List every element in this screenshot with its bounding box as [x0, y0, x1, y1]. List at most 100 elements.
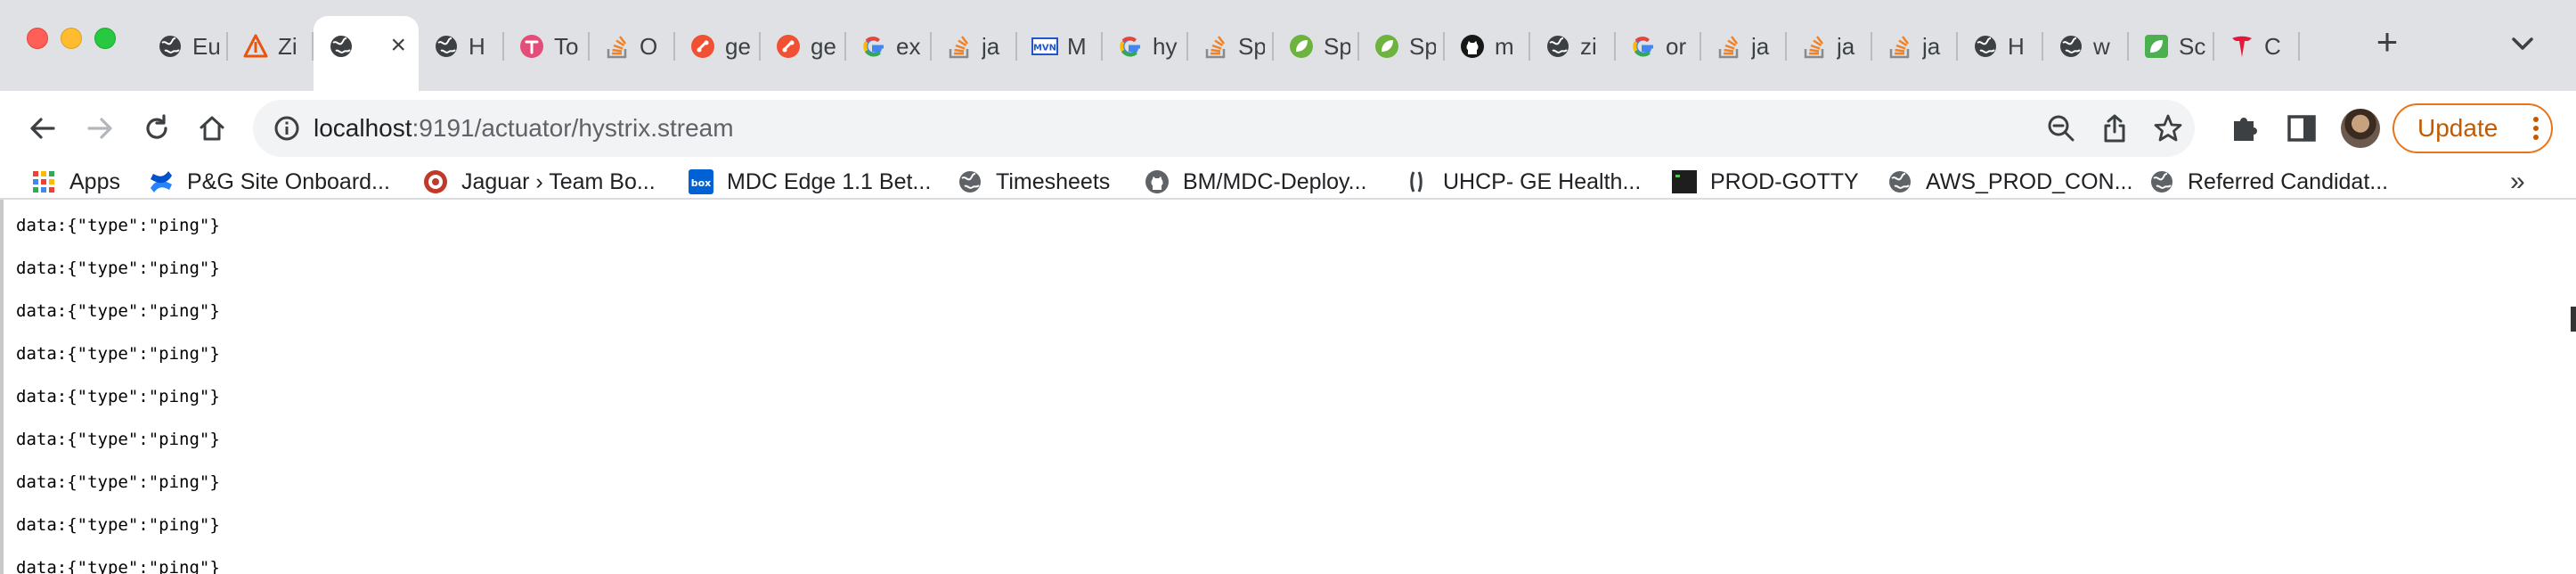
- bookmarks-overflow-button[interactable]: »: [2510, 166, 2525, 198]
- tab[interactable]: ja: [1787, 16, 1872, 77]
- svg-text:MVN: MVN: [1033, 44, 1056, 53]
- url-text[interactable]: localhost:9191/actuator/hystrix.stream: [314, 100, 734, 157]
- tab[interactable]: or: [1616, 16, 1701, 77]
- tab[interactable]: w: [2043, 16, 2129, 77]
- tab[interactable]: O: [590, 16, 675, 77]
- apps-grid-icon: [30, 168, 57, 195]
- bookmark-item[interactable]: Timesheets: [957, 166, 1110, 198]
- tab-active[interactable]: ×: [314, 16, 419, 91]
- window-minimize-button[interactable]: [61, 28, 82, 49]
- tab[interactable]: C: [2214, 16, 2300, 77]
- share-button[interactable]: [2099, 112, 2131, 144]
- site-info-button[interactable]: [271, 112, 303, 144]
- bookmark-item[interactable]: UHCP- GE Health...: [1404, 166, 1641, 198]
- bookmark-star-button[interactable]: [2152, 112, 2184, 144]
- tab[interactable]: To: [504, 16, 590, 77]
- home-button[interactable]: [187, 103, 237, 153]
- tab[interactable]: ja: [1872, 16, 1958, 77]
- tab[interactable]: MVN M: [1017, 16, 1103, 77]
- bookmark-label: MDC Edge 1.1 Bet...: [727, 168, 932, 194]
- stream-line: data:{"type":"ping"}: [16, 216, 220, 235]
- zoom-button[interactable]: [2045, 112, 2077, 144]
- tab[interactable]: Sp: [1274, 16, 1359, 77]
- mvn-icon: MVN: [1031, 33, 1058, 60]
- bookmarks-bar: » Apps P&G Site Onboard... Jaguar › Team B…: [0, 166, 2576, 198]
- tab-strip: Eu Zi × H To Oge ge ex ja MVN Mhy Sp Sp Sp m zi or ja ja ja…: [0, 0, 2576, 91]
- tab-title: ja: [1922, 32, 1941, 60]
- tabs-row: Eu Zi × H To Oge ge ex ja MVN Mhy Sp Sp Sp m zi or ja ja ja…: [143, 16, 2300, 91]
- bookmark-item[interactable]: box MDC Edge 1.1 Bet...: [688, 166, 931, 198]
- back-button[interactable]: [18, 103, 68, 153]
- tab-title: Eu: [192, 32, 219, 60]
- bookmark-item[interactable]: BM/MDC-Deploy...: [1144, 166, 1367, 198]
- globe-icon: [1887, 168, 1913, 195]
- box-icon: box: [688, 168, 714, 195]
- globe-icon: [2148, 168, 2175, 195]
- tab-title: Sp: [1238, 32, 1265, 60]
- tesla-icon: [2229, 33, 2255, 60]
- window-maximize-button[interactable]: [94, 28, 116, 49]
- bookmark-label: P&G Site Onboard...: [187, 168, 390, 194]
- tab[interactable]: Eu: [143, 16, 228, 77]
- tab-title: Zi: [278, 32, 298, 60]
- profile-avatar[interactable]: [2341, 109, 2380, 148]
- extensions-button[interactable]: [2227, 111, 2262, 146]
- tab-close-icon[interactable]: ×: [390, 32, 406, 59]
- bookmark-item[interactable]: Jaguar › Team Bo...: [422, 166, 656, 198]
- forward-button[interactable]: [75, 103, 125, 153]
- tab[interactable]: ja: [932, 16, 1017, 77]
- tab[interactable]: m: [1445, 16, 1530, 77]
- tab-title: ja: [982, 32, 1000, 60]
- spring-icon: [1288, 33, 1315, 60]
- tab-search-button[interactable]: [2505, 29, 2540, 61]
- new-tab-button[interactable]: +: [2369, 23, 2405, 61]
- tab[interactable]: Sc: [2129, 16, 2214, 77]
- globe-icon: [1972, 33, 1999, 60]
- tab[interactable]: ge: [675, 16, 761, 77]
- update-button[interactable]: Update: [2393, 103, 2553, 153]
- stackoverflow-icon: [1716, 33, 1742, 60]
- tab[interactable]: ja: [1701, 16, 1787, 77]
- url-host: localhost: [314, 114, 412, 142]
- address-bar[interactable]: localhost:9191/actuator/hystrix.stream: [253, 100, 2195, 157]
- tab[interactable]: H: [1958, 16, 2043, 77]
- todoist-icon: [518, 33, 545, 60]
- svg-text:box: box: [691, 177, 712, 189]
- tab[interactable]: ge: [761, 16, 846, 77]
- zoom-out-icon: [2048, 115, 2075, 142]
- tab-title: ge: [811, 32, 836, 60]
- bookmark-label: AWS_PROD_CON...: [1926, 168, 2133, 194]
- tab[interactable]: Zi: [228, 16, 314, 77]
- bookmark-item[interactable]: Referred Candidat...: [2148, 166, 2388, 198]
- tab[interactable]: hy: [1103, 16, 1188, 77]
- stackoverflow-icon: [946, 33, 973, 60]
- update-label: Update: [2417, 114, 2499, 142]
- tab-title: To: [554, 32, 579, 60]
- bookmark-item[interactable]: P&G Site Onboard...: [148, 166, 390, 198]
- tab[interactable]: Sp: [1359, 16, 1445, 77]
- tab-title: C: [2264, 32, 2281, 60]
- window-close-button[interactable]: [27, 28, 48, 49]
- home-icon: [200, 116, 224, 141]
- globe-icon: [2058, 33, 2084, 60]
- star-icon: [2154, 114, 2182, 142]
- reload-button[interactable]: [132, 103, 182, 153]
- stream-line: data:{"type":"ping"}: [16, 558, 220, 574]
- reload-icon: [146, 114, 167, 139]
- bookmark-item[interactable]: AWS_PROD_CON...: [1887, 166, 2132, 198]
- bookmark-label: PROD-GOTTY: [1710, 168, 1859, 194]
- bookmark-item[interactable]: Apps: [30, 166, 120, 198]
- zipkin-icon: [242, 33, 269, 60]
- tab[interactable]: ex: [846, 16, 932, 77]
- stackoverflow-icon: [1887, 33, 1913, 60]
- tab[interactable]: zi: [1530, 16, 1616, 77]
- bookmark-label: BM/MDC-Deploy...: [1183, 168, 1367, 194]
- bookmark-item[interactable]: PROD-GOTTY: [1671, 166, 1859, 198]
- side-panel-button[interactable]: [2284, 111, 2319, 146]
- puzzle-icon: [2234, 118, 2257, 141]
- tab[interactable]: Sp: [1188, 16, 1274, 77]
- bookmark-label: UHCP- GE Health...: [1443, 168, 1642, 194]
- github-icon: [1459, 33, 1486, 60]
- tab[interactable]: H: [419, 16, 504, 77]
- google-icon: [1630, 33, 1657, 60]
